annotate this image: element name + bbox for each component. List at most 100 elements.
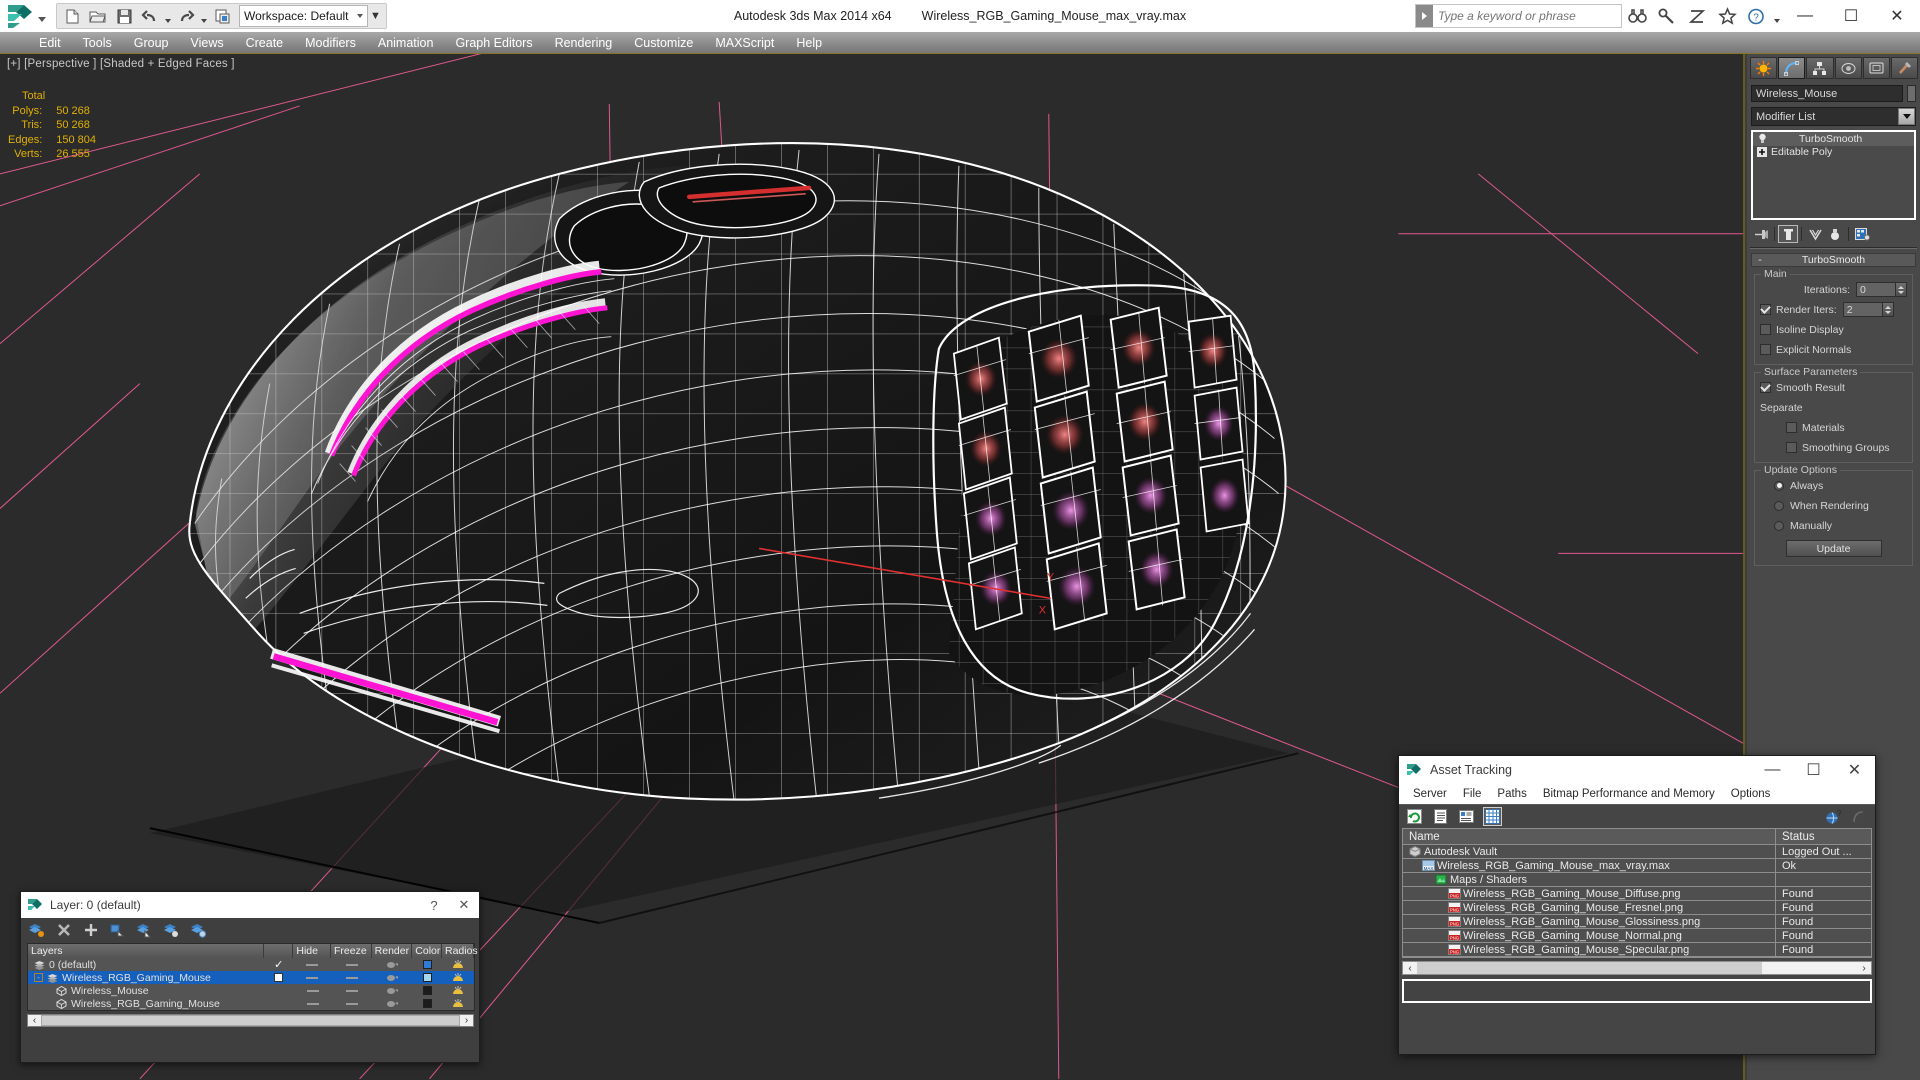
render-iters-input[interactable] (1842, 302, 1883, 317)
layer-list-grid[interactable]: Layers Hide Freeze Render Color Radios 0 (def… (27, 943, 478, 1011)
asset-row[interactable]: PNG Wireless_RGB_Gaming_Mouse_Diffuse.png… (1403, 886, 1871, 901)
undo-icon[interactable] (137, 4, 163, 28)
layer-radiosity-cell[interactable] (442, 971, 474, 984)
materials-checkbox[interactable] (1786, 422, 1797, 433)
workspace-selector[interactable]: Workspace: Default (239, 5, 368, 27)
turbosmooth-rollout-header[interactable]: - TurboSmooth (1751, 253, 1916, 267)
remove-modifier-icon[interactable] (1825, 225, 1845, 243)
wrench-icon[interactable] (1652, 4, 1682, 28)
workspace-caret-icon[interactable] (356, 14, 363, 18)
list-view-icon[interactable] (1431, 807, 1450, 826)
make-unique-icon[interactable] (1805, 225, 1825, 243)
layer-color-cell[interactable] (413, 958, 443, 971)
update-option-when-rendering[interactable]: When Rendering (1760, 497, 1907, 514)
search-dropdown-icon[interactable] (1416, 5, 1433, 27)
layer-dialog[interactable]: Layer: 0 (default) ? ✕ Layers Hide Freeze R… (20, 891, 480, 1063)
layer-column-hide[interactable]: Hide (293, 944, 332, 958)
explicit-normals-checkbox[interactable] (1760, 344, 1771, 355)
configure-modifier-sets-icon[interactable] (1852, 225, 1872, 243)
create-new-layer-icon[interactable] (81, 921, 100, 940)
asset-scroll-right-icon[interactable]: › (1857, 963, 1871, 974)
layer-radiosity-cell[interactable] (442, 997, 474, 1010)
asset-tracking-dialog[interactable]: Asset Tracking — ☐ ✕ Server File Paths Bitm… (1398, 755, 1876, 1055)
delete-layer-icon[interactable] (54, 921, 73, 940)
stack-item-editable-poly[interactable]: Editable Poly (1753, 146, 1914, 160)
viewport-label[interactable]: [+] [Perspective ] [Shaded + Edged Faces… (7, 58, 235, 70)
help-globe-icon[interactable]: ? (1824, 807, 1843, 826)
asset-row[interactable]: PNG Wireless_RGB_Gaming_Mouse_Specular.pn… (1403, 942, 1871, 957)
layer-hide-cell[interactable] (294, 971, 332, 984)
asset-scroll-left-icon[interactable]: ‹ (1403, 963, 1417, 974)
layer-render-cell[interactable] (372, 971, 413, 984)
modify-tab[interactable] (1778, 57, 1806, 79)
menu-item-animation[interactable]: Animation (367, 33, 445, 53)
3dsmax-logo-icon[interactable] (4, 1, 38, 31)
search-box[interactable] (1415, 4, 1622, 28)
layer-list-body[interactable]: 0 (default) ✓ - Wireless_RGB_Gaming_Mouse Wi… (28, 958, 474, 1010)
layer-radiosity-cell[interactable] (442, 984, 474, 997)
select-objects-in-layer-icon[interactable] (135, 921, 154, 940)
smooth-result-checkbox[interactable] (1760, 382, 1771, 393)
column-header-status[interactable]: Status (1776, 829, 1871, 844)
layer-current-cell[interactable] (264, 984, 294, 997)
smoothing-groups-checkbox[interactable] (1786, 442, 1797, 453)
asset-name-cell[interactable]: MAX Wireless_RGB_Gaming_Mouse_max_vray.ma… (1403, 858, 1776, 873)
asset-menu-file[interactable]: File (1455, 785, 1490, 803)
detail-view-icon[interactable] (1457, 807, 1476, 826)
logo-dropdown-caret-icon[interactable] (38, 17, 46, 22)
asset-name-cell[interactable]: Autodesk Vault (1403, 844, 1776, 859)
layer-current-cell[interactable] (264, 997, 294, 1010)
layer-row[interactable]: Wireless_RGB_Gaming_Mouse (28, 997, 474, 1010)
scroll-left-icon[interactable]: ‹ (28, 1015, 41, 1026)
asset-list-body[interactable]: Autodesk Vault Logged Out ... MAX Wireless_… (1402, 844, 1872, 958)
create-tab[interactable] (1750, 57, 1778, 79)
layer-current-cell[interactable]: ✓ (264, 958, 294, 971)
layer-hide-cell[interactable] (294, 997, 332, 1010)
menu-item-modifiers[interactable]: Modifiers (294, 33, 367, 53)
render-iters-spinner-arrows[interactable] (1882, 302, 1894, 317)
layer-hide-cell[interactable] (294, 984, 332, 997)
utilities-tab[interactable] (1890, 57, 1919, 79)
asset-row[interactable]: Maps / Shaders (1403, 872, 1871, 887)
layer-name-cell[interactable]: Wireless_Mouse (28, 984, 264, 997)
render-iters-checkbox[interactable] (1760, 304, 1771, 315)
asset-menu-server[interactable]: Server (1405, 785, 1455, 803)
menu-item-graph-editors[interactable]: Graph Editors (444, 33, 543, 53)
layer-dialog-close-button[interactable]: ✕ (449, 892, 479, 918)
column-header-name[interactable]: Name (1403, 829, 1776, 844)
layer-freeze-cell[interactable] (331, 997, 372, 1010)
asset-name-cell[interactable]: PNG Wireless_RGB_Gaming_Mouse_Normal.png (1403, 928, 1776, 943)
plus-box-icon[interactable] (1755, 146, 1769, 158)
layer-current-cell[interactable] (264, 971, 294, 984)
layer-column-render[interactable]: Render (372, 944, 413, 958)
asset-close-button[interactable]: ✕ (1834, 756, 1875, 784)
redo-dropdown-icon[interactable] (199, 4, 209, 28)
grid-view-icon[interactable] (1483, 807, 1502, 826)
radio-indicator[interactable] (1774, 520, 1784, 531)
hierarchy-tab[interactable] (1806, 57, 1834, 79)
radio-indicator[interactable] (1774, 500, 1784, 511)
layer-row[interactable]: 0 (default) ✓ (28, 958, 474, 971)
menu-item-maxscript[interactable]: MAXScript (704, 33, 785, 53)
set-current-layer-icon[interactable] (27, 921, 46, 940)
window-minimize-button[interactable]: — (1782, 0, 1828, 32)
update-button[interactable]: Update (1785, 540, 1882, 557)
asset-name-cell[interactable]: Maps / Shaders (1403, 872, 1776, 887)
redo-icon[interactable] (173, 4, 199, 28)
layer-properties-icon[interactable] (189, 921, 208, 940)
layer-name-cell[interactable]: Wireless_RGB_Gaming_Mouse (28, 997, 264, 1010)
asset-name-cell[interactable]: PNG Wireless_RGB_Gaming_Mouse_Fresnel.png (1403, 900, 1776, 915)
layer-render-cell[interactable] (372, 958, 413, 971)
layer-radiosity-cell[interactable] (442, 958, 474, 971)
object-color-swatch[interactable] (1907, 85, 1916, 102)
pin-stack-icon[interactable] (1751, 225, 1771, 243)
update-option-always[interactable]: Always (1760, 477, 1907, 494)
layer-row[interactable]: Wireless_Mouse (28, 984, 474, 997)
menu-item-group[interactable]: Group (123, 33, 180, 53)
layer-hide-cell[interactable] (294, 958, 332, 971)
rollout-collapse-sign[interactable]: - (1752, 254, 1768, 266)
help-icon[interactable]: ? (1742, 4, 1772, 28)
layer-dialog-help-button[interactable]: ? (419, 892, 449, 918)
asset-maximize-button[interactable]: ☐ (1793, 756, 1834, 784)
asset-name-cell[interactable]: PNG Wireless_RGB_Gaming_Mouse_Glossiness.… (1403, 914, 1776, 929)
